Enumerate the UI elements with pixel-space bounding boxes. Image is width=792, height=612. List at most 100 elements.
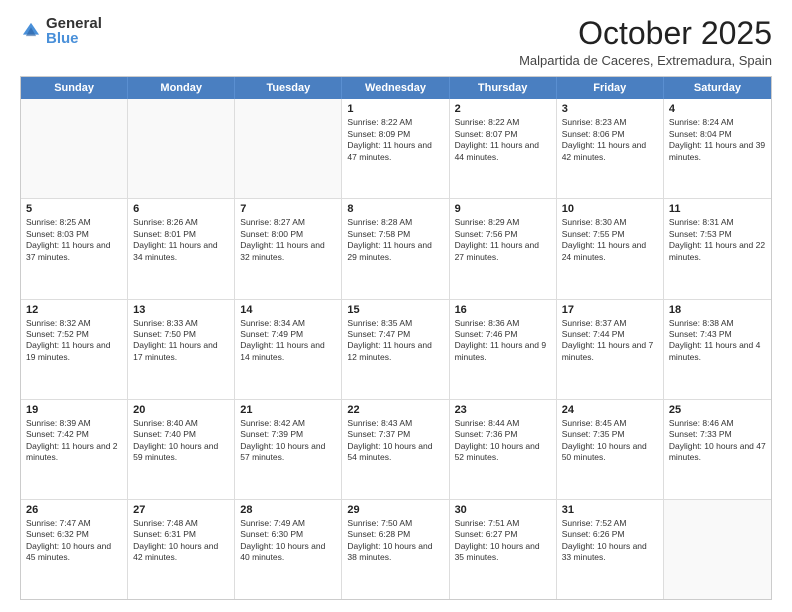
day-number: 14 (240, 304, 336, 316)
day-cell-14: 14 Sunrise: 8:34 AM Sunset: 7:49 PM Dayli… (235, 300, 342, 399)
day-info: Sunrise: 8:22 AM Sunset: 8:09 PM Dayligh… (347, 117, 443, 163)
day-number: 7 (240, 203, 336, 215)
day-info: Sunrise: 7:47 AM Sunset: 6:32 PM Dayligh… (26, 518, 122, 564)
day-info: Sunrise: 7:52 AM Sunset: 6:26 PM Dayligh… (562, 518, 658, 564)
empty-cell (128, 99, 235, 198)
day-number: 29 (347, 504, 443, 516)
day-info: Sunrise: 7:49 AM Sunset: 6:30 PM Dayligh… (240, 518, 336, 564)
day-info: Sunrise: 8:30 AM Sunset: 7:55 PM Dayligh… (562, 217, 658, 263)
logo: General Blue (20, 16, 102, 46)
day-info: Sunrise: 8:24 AM Sunset: 8:04 PM Dayligh… (669, 117, 766, 163)
day-info: Sunrise: 8:45 AM Sunset: 7:35 PM Dayligh… (562, 418, 658, 464)
day-number: 22 (347, 404, 443, 416)
header-cell-sunday: Sunday (21, 77, 128, 99)
day-info: Sunrise: 8:28 AM Sunset: 7:58 PM Dayligh… (347, 217, 443, 263)
day-cell-26: 26Sunrise: 7:47 AM Sunset: 6:32 PM Dayli… (21, 500, 128, 599)
day-number: 17 (562, 304, 658, 316)
day-cell-9: 9Sunrise: 8:29 AM Sunset: 7:56 PM Daylig… (450, 199, 557, 298)
day-number: 18 (669, 304, 766, 316)
day-cell-2: 2Sunrise: 8:22 AM Sunset: 8:07 PM Daylig… (450, 99, 557, 198)
day-info: Sunrise: 8:46 AM Sunset: 7:33 PM Dayligh… (669, 418, 766, 464)
day-cell-22: 22 Sunrise: 8:43 AM Sunset: 7:37 PM Dayli… (342, 400, 449, 499)
day-number: 12 (26, 304, 122, 316)
day-cell-24: 24 Sunrise: 8:45 AM Sunset: 7:35 PM Dayli… (557, 400, 664, 499)
day-number: 25 (669, 404, 766, 416)
day-cell-3: 3 Sunrise: 8:23 AM Sunset: 8:06 PM Daylig… (557, 99, 664, 198)
header-cell-saturday: Saturday (664, 77, 771, 99)
day-cell-4: 4 Sunrise: 8:24 AM Sunset: 8:04 PM Daylig… (664, 99, 771, 198)
day-cell-28: 28 Sunrise: 7:49 AM Sunset: 6:30 PM Dayli… (235, 500, 342, 599)
header-cell-monday: Monday (128, 77, 235, 99)
day-number: 15 (347, 304, 443, 316)
day-info: Sunrise: 8:39 AM Sunset: 7:42 PM Dayligh… (26, 418, 122, 464)
day-cell-23: 23Sunrise: 8:44 AM Sunset: 7:36 PM Dayli… (450, 400, 557, 499)
day-info: Sunrise: 7:50 AM Sunset: 6:28 PM Dayligh… (347, 518, 443, 564)
day-number: 11 (669, 203, 766, 215)
header-cell-wednesday: Wednesday (342, 77, 449, 99)
day-info: Sunrise: 8:32 AM Sunset: 7:52 PM Dayligh… (26, 318, 122, 364)
day-cell-1: 1 Sunrise: 8:22 AM Sunset: 8:09 PM Daylig… (342, 99, 449, 198)
day-info: Sunrise: 8:26 AM Sunset: 8:01 PM Dayligh… (133, 217, 229, 263)
day-info: Sunrise: 8:42 AM Sunset: 7:39 PM Dayligh… (240, 418, 336, 464)
day-cell-29: 29 Sunrise: 7:50 AM Sunset: 6:28 PM Dayli… (342, 500, 449, 599)
day-cell-6: 6 Sunrise: 8:26 AM Sunset: 8:01 PM Daylig… (128, 199, 235, 298)
logo-icon (20, 20, 42, 42)
header-cell-thursday: Thursday (450, 77, 557, 99)
day-info: Sunrise: 8:38 AM Sunset: 7:43 PM Dayligh… (669, 318, 766, 364)
empty-cell (664, 500, 771, 599)
day-number: 2 (455, 103, 551, 115)
day-info: Sunrise: 8:40 AM Sunset: 7:40 PM Dayligh… (133, 418, 229, 464)
day-cell-12: 12 Sunrise: 8:32 AM Sunset: 7:52 PM Dayli… (21, 300, 128, 399)
header-cell-tuesday: Tuesday (235, 77, 342, 99)
day-info: Sunrise: 7:51 AM Sunset: 6:27 PM Dayligh… (455, 518, 551, 564)
day-number: 6 (133, 203, 229, 215)
day-number: 20 (133, 404, 229, 416)
day-cell-7: 7Sunrise: 8:27 AM Sunset: 8:00 PM Daylig… (235, 199, 342, 298)
day-number: 8 (347, 203, 443, 215)
day-cell-15: 15Sunrise: 8:35 AM Sunset: 7:47 PM Dayli… (342, 300, 449, 399)
header: General Blue October 2025 Malpartida de … (20, 16, 772, 68)
calendar-row: 5 Sunrise: 8:25 AM Sunset: 8:03 PM Daylig… (21, 198, 771, 298)
day-number: 24 (562, 404, 658, 416)
day-info: Sunrise: 8:36 AM Sunset: 7:46 PM Dayligh… (455, 318, 551, 364)
day-cell-5: 5 Sunrise: 8:25 AM Sunset: 8:03 PM Daylig… (21, 199, 128, 298)
logo-text: General Blue (46, 16, 102, 46)
day-info: Sunrise: 8:34 AM Sunset: 7:49 PM Dayligh… (240, 318, 336, 364)
day-cell-8: 8 Sunrise: 8:28 AM Sunset: 7:58 PM Daylig… (342, 199, 449, 298)
day-cell-17: 17Sunrise: 8:37 AM Sunset: 7:44 PM Dayli… (557, 300, 664, 399)
day-info: Sunrise: 8:23 AM Sunset: 8:06 PM Dayligh… (562, 117, 658, 163)
day-cell-25: 25 Sunrise: 8:46 AM Sunset: 7:33 PM Dayli… (664, 400, 771, 499)
day-cell-21: 21Sunrise: 8:42 AM Sunset: 7:39 PM Dayli… (235, 400, 342, 499)
day-cell-20: 20 Sunrise: 8:40 AM Sunset: 7:40 PM Dayli… (128, 400, 235, 499)
location-subtitle: Malpartida de Caceres, Extremadura, Spai… (519, 53, 772, 68)
day-cell-16: 16Sunrise: 8:36 AM Sunset: 7:46 PM Dayli… (450, 300, 557, 399)
calendar-row: 26Sunrise: 7:47 AM Sunset: 6:32 PM Dayli… (21, 499, 771, 599)
day-info: Sunrise: 8:44 AM Sunset: 7:36 PM Dayligh… (455, 418, 551, 464)
day-cell-11: 11Sunrise: 8:31 AM Sunset: 7:53 PM Dayli… (664, 199, 771, 298)
calendar-header: SundayMondayTuesdayWednesdayThursdayFrid… (21, 77, 771, 99)
day-cell-10: 10 Sunrise: 8:30 AM Sunset: 7:55 PM Dayli… (557, 199, 664, 298)
empty-cell (21, 99, 128, 198)
day-info: Sunrise: 8:25 AM Sunset: 8:03 PM Dayligh… (26, 217, 122, 263)
day-info: Sunrise: 8:33 AM Sunset: 7:50 PM Dayligh… (133, 318, 229, 364)
day-number: 1 (347, 103, 443, 115)
day-number: 5 (26, 203, 122, 215)
calendar: SundayMondayTuesdayWednesdayThursdayFrid… (20, 76, 772, 600)
logo-blue: Blue (46, 31, 102, 46)
day-number: 10 (562, 203, 658, 215)
month-title: October 2025 (519, 16, 772, 51)
day-cell-31: 31Sunrise: 7:52 AM Sunset: 6:26 PM Dayli… (557, 500, 664, 599)
calendar-row: 12 Sunrise: 8:32 AM Sunset: 7:52 PM Dayli… (21, 299, 771, 399)
calendar-row: 1 Sunrise: 8:22 AM Sunset: 8:09 PM Daylig… (21, 99, 771, 198)
calendar-body: 1 Sunrise: 8:22 AM Sunset: 8:09 PM Daylig… (21, 99, 771, 599)
day-number: 4 (669, 103, 766, 115)
day-cell-30: 30Sunrise: 7:51 AM Sunset: 6:27 PM Dayli… (450, 500, 557, 599)
page: General Blue October 2025 Malpartida de … (0, 0, 792, 612)
day-cell-13: 13 Sunrise: 8:33 AM Sunset: 7:50 PM Dayli… (128, 300, 235, 399)
header-cell-friday: Friday (557, 77, 664, 99)
day-info: Sunrise: 8:29 AM Sunset: 7:56 PM Dayligh… (455, 217, 551, 263)
day-number: 28 (240, 504, 336, 516)
day-number: 3 (562, 103, 658, 115)
day-number: 13 (133, 304, 229, 316)
day-info: Sunrise: 8:43 AM Sunset: 7:37 PM Dayligh… (347, 418, 443, 464)
